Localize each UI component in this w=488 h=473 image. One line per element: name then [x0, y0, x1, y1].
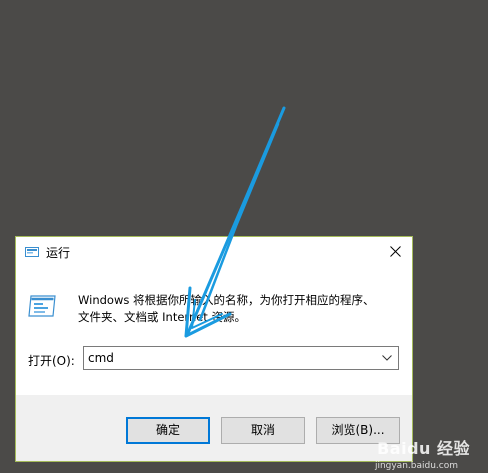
command-input[interactable] — [84, 347, 370, 369]
title-bar[interactable]: 运行 — [16, 237, 412, 267]
close-button[interactable] — [380, 237, 412, 267]
run-app-icon — [25, 247, 39, 257]
open-label: 打开(O): — [28, 354, 75, 368]
combo-dropdown-button[interactable] — [376, 347, 398, 369]
run-dialog: 运行 Windows 将根据你所输入的名称，为你打开相应的程序、 文件夹、文档或… — [15, 236, 413, 462]
open-combobox[interactable] — [83, 346, 399, 370]
button-bar: 确定 取消 浏览(B)... — [16, 395, 412, 461]
baidu-watermark-url: jingyan.baidu.com — [374, 461, 458, 471]
close-icon — [390, 246, 401, 257]
ok-button[interactable]: 确定 — [126, 417, 210, 444]
chevron-down-icon — [382, 355, 392, 361]
run-program-icon — [28, 295, 56, 317]
dialog-title: 运行 — [46, 246, 71, 260]
cancel-button[interactable]: 取消 — [221, 417, 305, 444]
dialog-description: Windows 将根据你所输入的名称，为你打开相应的程序、 文件夹、文档或 In… — [78, 293, 375, 324]
baidu-watermark: Baidu 经验 — [377, 439, 470, 458]
